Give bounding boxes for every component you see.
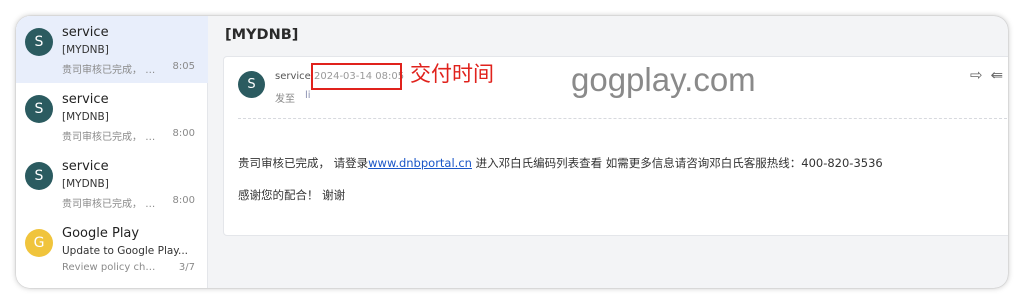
- avatar: S: [25, 162, 53, 190]
- message-time: 3/7: [178, 262, 195, 273]
- message-preview: Review policy chang...: [62, 262, 158, 273]
- avatar: S: [25, 95, 53, 123]
- mail-card: S service 2024-03-14 08:05 交付时间 gogplay.…: [223, 56, 1008, 236]
- message-time: 8:00: [172, 195, 195, 206]
- mail-body-line: 感谢您的配合！ 谢谢: [238, 188, 346, 202]
- portal-link[interactable]: www.dnbportal.cn: [368, 156, 472, 170]
- list-item[interactable]: G Google Play Update to Google Play... R…: [16, 217, 208, 284]
- message-subject: [MYDNB]: [62, 178, 109, 190]
- recipient-label: 发至: [275, 94, 295, 105]
- message-time: 8:05: [172, 61, 195, 72]
- message-preview: 贵司审核已完成， 请...: [62, 65, 158, 76]
- mail-body-line: 贵司审核已完成， 请登录www.dnbportal.cn 进入邓白氏编码列表查看…: [238, 155, 883, 171]
- message-subject: Update to Google Play...: [62, 245, 189, 257]
- highlight-box: [311, 63, 402, 90]
- avatar: G: [25, 229, 53, 257]
- watermark: gogplay.com: [571, 61, 756, 98]
- sender-avatar: S: [238, 71, 265, 98]
- avatar: S: [25, 28, 53, 56]
- reply-all-icon[interactable]: ⇚: [991, 66, 1008, 84]
- mail-subject-title: [MYDNB]: [225, 27, 299, 43]
- message-preview: 贵司审核已完成， 请...: [62, 132, 158, 143]
- annotation-label: 交付时间: [410, 62, 494, 86]
- list-item[interactable]: S service [MYDNB] 贵司审核已完成， 请... 8:00: [16, 150, 208, 217]
- message-sender: service: [62, 159, 109, 174]
- message-sender: service: [62, 92, 109, 107]
- forward-icon[interactable]: ⇨: [970, 66, 991, 84]
- message-list: S service [MYDNB] 贵司审核已完成， 请... 8:05 S s…: [16, 16, 208, 288]
- body-text: 贵司审核已完成， 请登录: [238, 156, 369, 170]
- message-subject: [MYDNB]: [62, 111, 109, 123]
- message-sender: service: [62, 25, 109, 40]
- list-item[interactable]: S service [MYDNB] 贵司审核已完成， 请... 8:00: [16, 83, 208, 150]
- divider: [238, 118, 1008, 119]
- list-item[interactable]: S service [MYDNB] 贵司审核已完成， 请... 8:05: [16, 16, 208, 83]
- message-time: 8:00: [172, 128, 195, 139]
- message-preview: 贵司审核已完成， 请...: [62, 199, 158, 210]
- sender-name[interactable]: service: [275, 71, 311, 82]
- recipient-name[interactable]: li: [305, 90, 311, 101]
- body-text: 进入邓白氏编码列表查看 如需更多信息请咨询邓白氏客服热线：400-820-353…: [471, 156, 883, 170]
- mail-window: S service [MYDNB] 贵司审核已完成， 请... 8:05 S s…: [16, 16, 1008, 288]
- message-sender: Google Play: [62, 226, 140, 241]
- message-subject: [MYDNB]: [62, 44, 109, 56]
- mail-actions: ⇨⇚: [970, 66, 1008, 84]
- reading-pane: [MYDNB] S service 2024-03-14 08:05 交付时间 …: [209, 16, 1008, 288]
